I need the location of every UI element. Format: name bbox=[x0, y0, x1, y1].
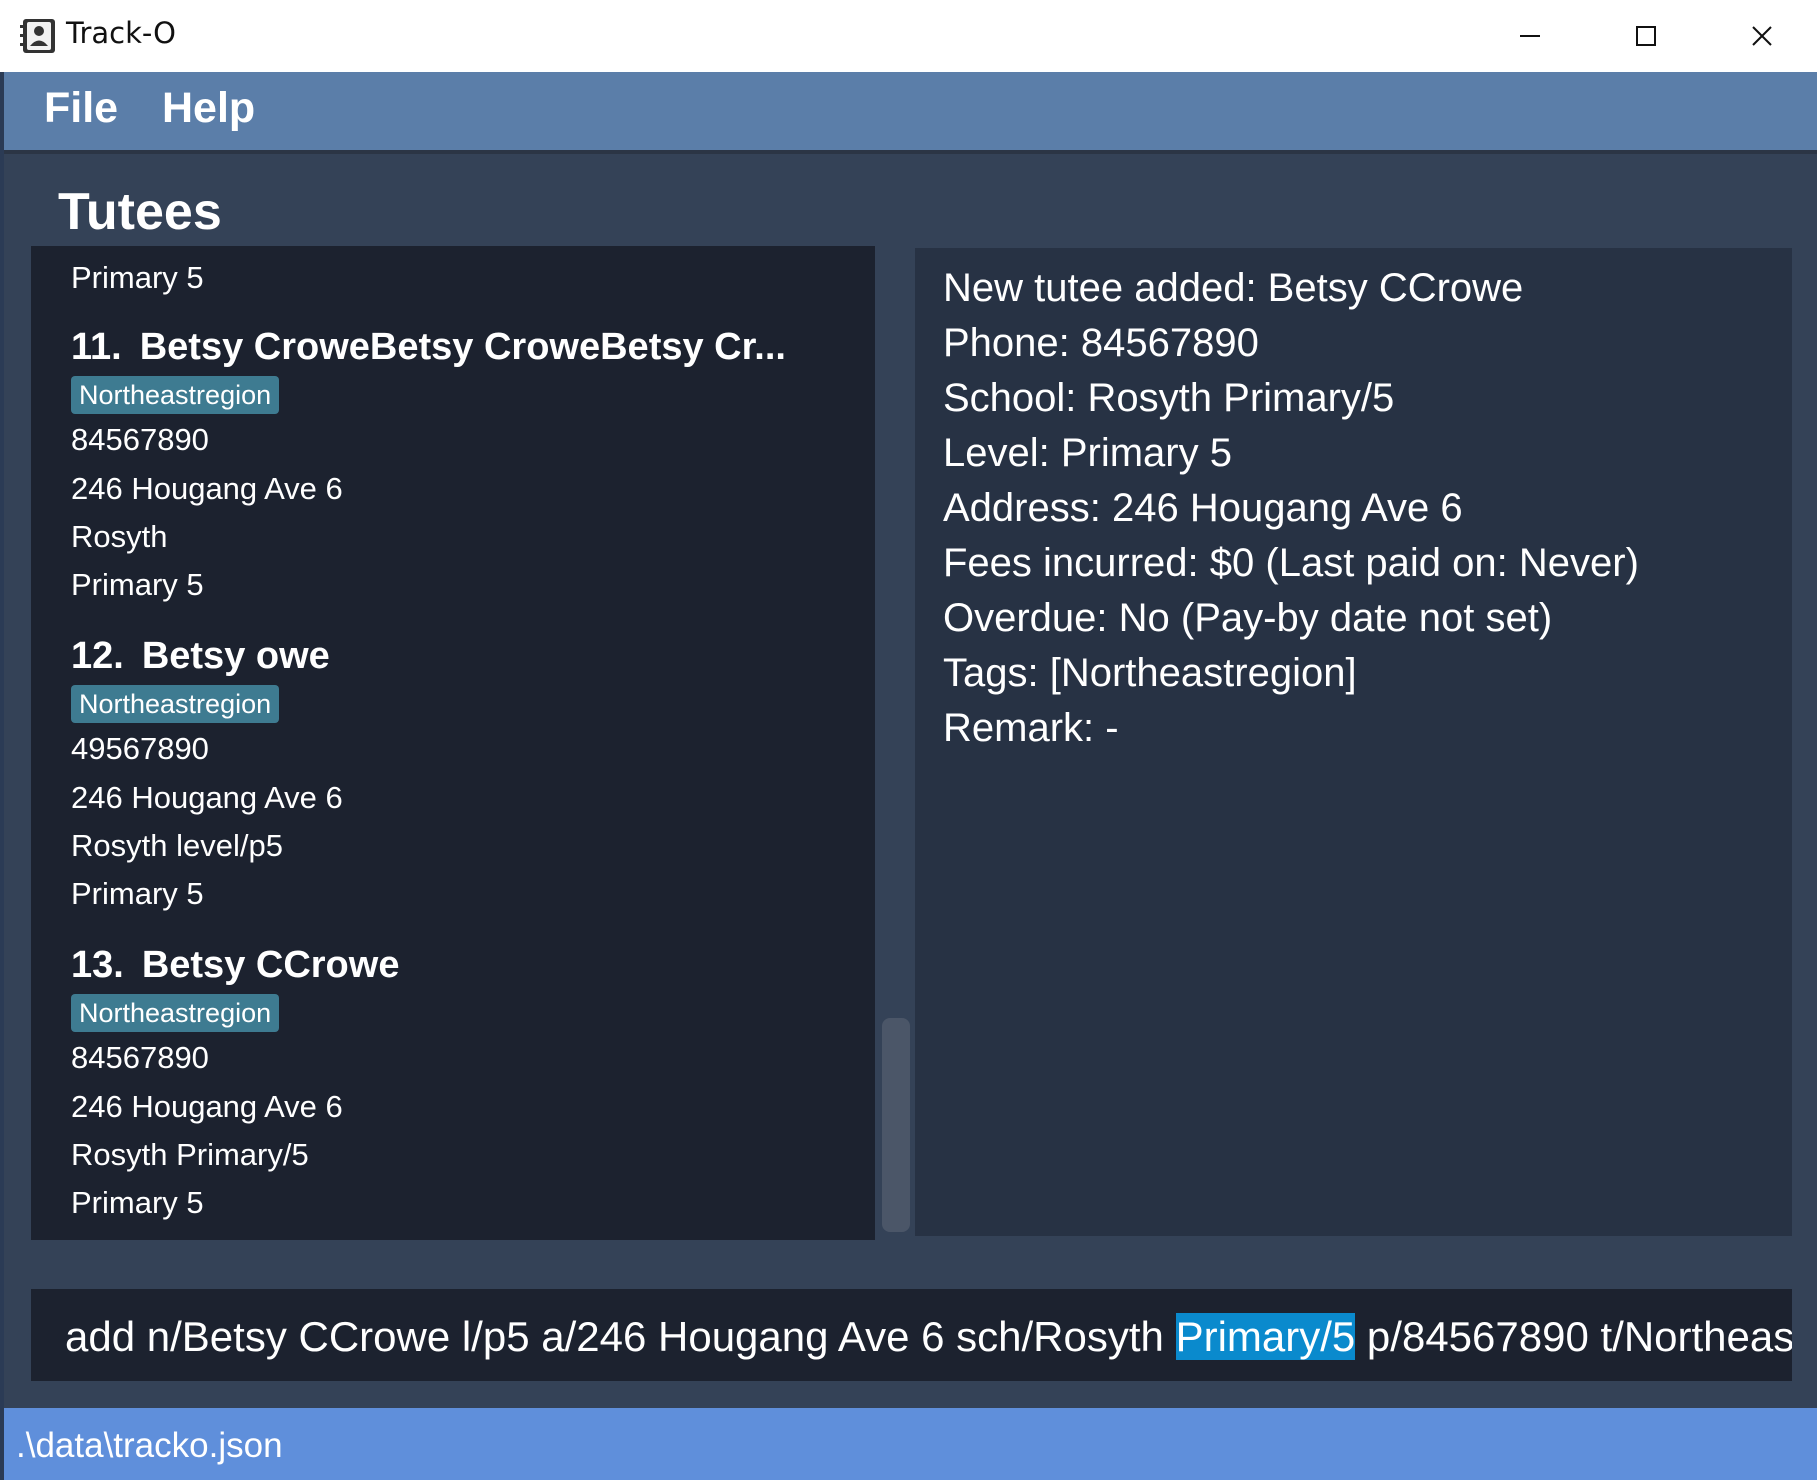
minimize-icon bbox=[1520, 35, 1540, 37]
tutee-level: Primary 5 bbox=[71, 876, 204, 911]
window-title: Track-O bbox=[66, 16, 176, 50]
tutee-name: 12. Betsy owe bbox=[71, 635, 330, 678]
command-text-after: p/84567890 t/Northeas bbox=[1355, 1313, 1792, 1360]
result-line: Overdue: No (Pay-by date not set) bbox=[943, 596, 1553, 640]
tutee-index: 12. bbox=[71, 635, 124, 677]
tutee-level: Primary 5 bbox=[71, 567, 204, 602]
tag-badge: Northeastregion bbox=[71, 376, 280, 414]
close-button[interactable] bbox=[1732, 10, 1792, 62]
tutee-address: 246 Hougang Ave 6 bbox=[71, 780, 343, 815]
list-scrollbar-thumb[interactable] bbox=[882, 1018, 910, 1232]
result-line: Fees incurred: $0 (Last paid on: Never) bbox=[943, 541, 1639, 585]
command-text-selection: Primary/5 bbox=[1175, 1313, 1356, 1360]
menu-bar: File Help bbox=[4, 72, 1817, 150]
tutee-address: 246 Hougang Ave 6 bbox=[71, 471, 343, 506]
tutee-name-text: Betsy CCrowe bbox=[141, 944, 400, 986]
tutee-school: Rosyth Primary/5 bbox=[71, 1137, 309, 1172]
tutee-name: 13. Betsy CCrowe bbox=[71, 944, 399, 987]
tutees-heading: Tutees bbox=[58, 183, 222, 241]
result-line: Address: 246 Hougang Ave 6 bbox=[943, 486, 1463, 530]
maximize-button[interactable] bbox=[1616, 10, 1676, 62]
command-text-before: add n/Betsy CCrowe l/p5 a/246 Hougang Av… bbox=[65, 1313, 1176, 1360]
tutee-list[interactable]: Primary 5 11. Betsy CroweBetsy CroweBetsy… bbox=[31, 246, 875, 1240]
tag-badge: Northeastregion bbox=[71, 994, 280, 1032]
result-line: Level: Primary 5 bbox=[943, 431, 1232, 475]
title-bar: Track-O bbox=[0, 0, 1817, 72]
tutee-name: 11. Betsy CroweBetsy CroweBetsy Cr... bbox=[71, 326, 786, 369]
result-line: New tutee added: Betsy CCrowe bbox=[943, 266, 1524, 310]
result-line: Remark: - bbox=[943, 706, 1119, 750]
close-icon bbox=[1752, 26, 1772, 46]
result-line: Tags: [Northeastregion] bbox=[943, 651, 1357, 695]
tutee-phone: 84567890 bbox=[71, 1040, 209, 1075]
tutee-school: Rosyth bbox=[71, 519, 168, 554]
tutee-school: Rosyth level/p5 bbox=[71, 828, 283, 863]
tutee-phone: 49567890 bbox=[71, 731, 209, 766]
tutee-index: 11. bbox=[71, 326, 122, 368]
command-input[interactable]: add n/Betsy CCrowe l/p5 a/246 Hougang Av… bbox=[31, 1289, 1792, 1381]
command-text[interactable]: add n/Betsy CCrowe l/p5 a/246 Hougang Av… bbox=[65, 1313, 1792, 1361]
menu-file[interactable]: File bbox=[44, 84, 118, 133]
minimize-button[interactable] bbox=[1500, 10, 1560, 62]
tutee-name-text: Betsy owe bbox=[141, 635, 330, 677]
tutee-name-text: Betsy CroweBetsy CroweBetsy Cr... bbox=[139, 326, 786, 368]
tutee-phone: 84567890 bbox=[71, 422, 209, 457]
tutee-level: Primary 5 bbox=[71, 1185, 204, 1220]
result-line: School: Rosyth Primary/5 bbox=[943, 376, 1395, 420]
maximize-icon bbox=[1636, 26, 1656, 46]
tutee-index: 13. bbox=[71, 944, 124, 986]
menu-help[interactable]: Help bbox=[162, 84, 255, 133]
tag-badge: Northeastregion bbox=[71, 685, 280, 723]
data-file-path: .\data\tracko.json bbox=[16, 1426, 283, 1465]
tutee-address: 246 Hougang Ave 6 bbox=[71, 1089, 343, 1124]
result-line: Phone: 84567890 bbox=[943, 321, 1259, 365]
result-display: New tutee added: Betsy CCrowe Phone: 845… bbox=[915, 248, 1792, 1236]
previous-card-level: Primary 5 bbox=[71, 260, 204, 295]
address-book-icon bbox=[20, 19, 55, 53]
status-bar: .\data\tracko.json bbox=[4, 1408, 1817, 1480]
